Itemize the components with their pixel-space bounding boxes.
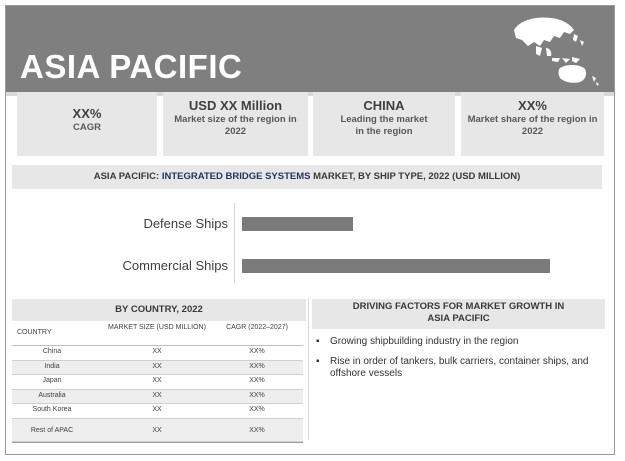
chart-title-highlight: INTEGRATED BRIDGE SYSTEMS [161, 171, 311, 182]
chart-title-suffix: MARKET, BY SHIP TYPE, 2022 (USD MILLION) [310, 171, 521, 182]
cell-country: India [44, 362, 60, 370]
cell-country: Rest of APAC [30, 426, 74, 434]
bar-label-defense-ships: Defense Ships [143, 216, 228, 231]
stat-card-market-share: XX% Market share of the region in 2022 [461, 92, 604, 156]
table-row: China XX XX% [12, 346, 303, 361]
cell-size: XX [152, 391, 162, 399]
table-header: COUNTRY MARKET SIZE (USD MILLION) CAGR (… [12, 321, 303, 346]
stat-card-market-size: USD XX Million Market size of the region… [163, 92, 308, 156]
header-banner: ASIA PACIFIC [6, 6, 614, 92]
country-table: COUNTRY MARKET SIZE (USD MILLION) CAGR (… [12, 321, 303, 442]
cell-country: Australia [38, 391, 66, 399]
cell-country: China [42, 348, 62, 355]
cell-size: XX [152, 406, 162, 413]
cell-cagr: XX% [249, 406, 265, 413]
stat-label: CAGR [73, 122, 101, 133]
cell-cagr: XX% [249, 362, 265, 370]
col-header-country: COUNTRY [17, 329, 52, 336]
stat-label: Leading the market in the region [340, 114, 428, 137]
cell-size: XX [152, 348, 162, 355]
stat-card-cagr: XX% CAGR [17, 92, 157, 156]
stat-card-leading-country: CHINA Leading the market in the region [313, 92, 455, 156]
stat-value: XX% [72, 106, 102, 121]
col-header-market-size: MARKET SIZE (USD MILLION) [108, 324, 206, 331]
cell-cagr: XX% [249, 391, 265, 399]
cell-country: Japan [42, 377, 62, 384]
stat-value: USD XX Million [188, 98, 283, 113]
stat-value: XX% [518, 98, 547, 113]
list-item: Rise in order of tankers, bulk carriers,… [316, 356, 606, 380]
bar-label-commercial-ships: Commercial Ships [122, 258, 228, 273]
panel-divider [308, 298, 309, 440]
bar-defense-ships [242, 217, 353, 231]
cell-cagr: XX% [249, 377, 265, 384]
table-row: India XX XX% [12, 360, 303, 375]
table-row: Japan XX XX% [12, 375, 303, 390]
country-panel-title: BY COUNTRY, 2022 [12, 299, 306, 321]
list-item: Growing shipbuilding industry in the reg… [316, 336, 606, 348]
cell-cagr: XX% [249, 348, 265, 355]
chart-title: ASIA PACIFIC: INTEGRATED BRIDGE SYSTEMS … [12, 165, 602, 189]
bar-commercial-ships [242, 259, 550, 273]
stat-value: CHINA [363, 98, 405, 113]
table-row: Rest of APAC XX XX% [12, 418, 303, 442]
stat-label: Market size of the region in 2022 [174, 114, 297, 137]
cell-size: XX [152, 426, 162, 434]
cell-size: XX [152, 362, 162, 370]
chart-axis [234, 203, 235, 283]
drivers-panel-title: DRIVING FACTORS FOR MARKET GROWTH IN ASI… [312, 299, 605, 329]
cell-country: South Korea [32, 406, 72, 413]
col-header-cagr: CAGR (2022–2027) [226, 324, 288, 331]
chart-title-prefix: ASIA PACIFIC: [93, 171, 162, 182]
stat-label: Market share of the region in 2022 [467, 114, 598, 137]
table-bottom-rule [12, 442, 303, 443]
asia-pacific-map-icon [514, 17, 599, 86]
page-title: ASIA PACIFIC [20, 48, 243, 85]
drivers-list: Growing shipbuilding industry in the reg… [316, 336, 606, 388]
table-row: Australia XX XX% [12, 389, 303, 404]
cell-cagr: XX% [249, 426, 265, 434]
table-row: South Korea XX XX% [12, 404, 303, 419]
cell-size: XX [152, 377, 162, 384]
